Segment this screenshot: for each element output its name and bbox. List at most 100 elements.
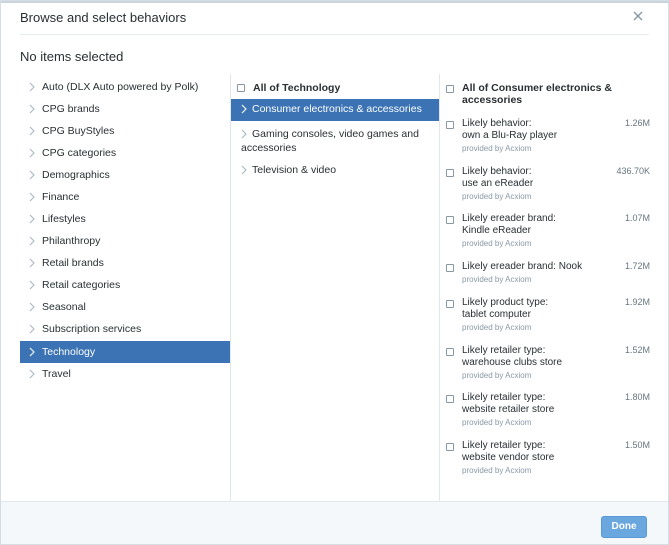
selection-status: No items selected <box>20 49 124 64</box>
category-item-travel[interactable]: Travel <box>20 363 230 385</box>
behavior-name-detail: warehouse clubs store <box>462 357 563 368</box>
subcategory-item-gaming[interactable]: Gaming consoles, video games and accesso… <box>231 124 440 158</box>
subcategory-item-consumer-electronics[interactable]: Consumer electronics & accessories <box>231 99 440 121</box>
subcategory-label: Television & video <box>252 164 337 176</box>
chevron-right-icon <box>29 104 35 114</box>
category-label: Finance <box>42 191 80 203</box>
audience-size: 1.50M <box>624 440 650 450</box>
dialog-header: Browse and select behaviors <box>1 1 668 35</box>
category-label: Seasonal <box>42 301 86 313</box>
chevron-right-icon <box>241 165 247 175</box>
category-label: Retail brands <box>42 257 104 269</box>
chevron-right-icon <box>29 324 35 334</box>
chevron-right-icon <box>29 236 35 246</box>
checkbox[interactable] <box>446 85 454 93</box>
close-icon <box>633 11 643 21</box>
provider-text: provided by Acxiom <box>462 144 532 153</box>
audience-size: 1.07M <box>624 213 650 223</box>
chevron-right-icon <box>29 347 35 357</box>
behavior-item[interactable]: Likely product type: tablet computer 1.9… <box>446 297 668 341</box>
behavior-name: Likely behavior: <box>462 166 532 177</box>
provider-text: provided by Acxiom <box>462 323 532 332</box>
behavior-item[interactable]: Likely retailer type: warehouse clubs st… <box>446 345 668 389</box>
audience-size: 1.92M <box>624 297 650 307</box>
behavior-item[interactable]: Likely retailer type: website vendor sto… <box>446 440 668 484</box>
category-item-technology[interactable]: Technology <box>20 341 230 363</box>
category-item-finance[interactable]: Finance <box>20 186 230 208</box>
provider-text: provided by Acxiom <box>462 418 532 427</box>
behavior-name-detail: website vendor store <box>462 452 555 463</box>
subcategory-label-continued: accessories <box>241 142 297 154</box>
behaviors-dialog: Browse and select behaviors No items sel… <box>0 0 669 545</box>
category-label: Philanthropy <box>42 235 101 247</box>
audience-size: 1.52M <box>624 345 650 355</box>
category-item-auto[interactable]: Auto (DLX Auto powered by Polk) <box>20 76 230 98</box>
category-item-retail-categories[interactable]: Retail categories <box>20 274 230 296</box>
category-label: CPG categories <box>42 147 117 159</box>
category-item-cpg-categories[interactable]: CPG categories <box>20 142 230 164</box>
checkbox[interactable] <box>446 216 454 224</box>
close-button[interactable] <box>631 9 645 23</box>
category-item-seasonal[interactable]: Seasonal <box>20 296 230 318</box>
chevron-right-icon <box>29 214 35 224</box>
category-label: Travel <box>42 368 71 380</box>
subcategory-list: All of Technology Consumer electronics &… <box>230 74 440 501</box>
chevron-right-icon <box>29 82 35 92</box>
category-item-demographics[interactable]: Demographics <box>20 164 230 186</box>
chevron-right-icon <box>241 104 247 114</box>
category-label: CPG BuyStyles <box>42 125 115 137</box>
chevron-right-icon <box>29 369 35 379</box>
behavior-name: Likely retailer type: <box>462 345 546 356</box>
checkbox[interactable] <box>446 121 454 129</box>
category-label: Technology <box>42 346 96 358</box>
checkbox[interactable] <box>237 84 245 92</box>
behavior-item[interactable]: Likely behavior: own a Blu-Ray player 1.… <box>446 118 668 162</box>
select-all-label: All of Technology <box>253 82 341 94</box>
audience-size: 436.70K <box>616 166 650 176</box>
checkbox[interactable] <box>446 443 454 451</box>
category-item-subscription-services[interactable]: Subscription services <box>20 318 230 340</box>
checkbox[interactable] <box>446 348 454 356</box>
behavior-item[interactable]: Likely retailer type: website retailer s… <box>446 392 668 436</box>
behavior-name-detail: Kindle eReader <box>462 225 531 236</box>
checkbox[interactable] <box>446 395 454 403</box>
chevron-right-icon <box>29 258 35 268</box>
behavior-item[interactable]: Likely ereader brand: Nook 1.72M provide… <box>446 261 668 291</box>
behavior-name: Likely retailer type: <box>462 392 546 403</box>
behavior-name: Likely behavior: <box>462 118 532 129</box>
category-label: Lifestyles <box>42 213 86 225</box>
provider-text: provided by Acxiom <box>462 239 532 248</box>
browser-columns: Auto (DLX Auto powered by Polk) CPG bran… <box>20 74 669 501</box>
behavior-item[interactable]: Likely ereader brand: Kindle eReader 1.0… <box>446 213 668 257</box>
dialog-footer: Done <box>1 501 668 544</box>
done-button[interactable]: Done <box>601 516 647 538</box>
category-label: CPG brands <box>42 103 100 115</box>
dialog-title: Browse and select behaviors <box>20 10 187 25</box>
behavior-name: Likely ereader brand: <box>462 213 556 224</box>
category-item-retail-brands[interactable]: Retail brands <box>20 252 230 274</box>
provider-text: provided by Acxiom <box>462 466 532 475</box>
behavior-name: Likely product type: <box>462 297 549 308</box>
header-divider <box>20 34 649 35</box>
subcategory-item-television[interactable]: Television & video <box>231 160 440 180</box>
audience-size: 1.26M <box>624 118 650 128</box>
category-label: Retail categories <box>42 279 121 291</box>
behavior-item[interactable]: Likely behavior: use an eReader 436.70K … <box>446 166 668 210</box>
subcategory-label: Consumer electronics & accessories <box>252 103 422 115</box>
category-item-lifestyles[interactable]: Lifestyles <box>20 208 230 230</box>
category-label: Auto (DLX Auto powered by Polk) <box>42 81 199 93</box>
category-item-philanthropy[interactable]: Philanthropy <box>20 230 230 252</box>
audience-size: 1.80M <box>624 392 650 402</box>
category-item-cpg-buystyles[interactable]: CPG BuyStyles <box>20 120 230 142</box>
behavior-name-detail: use an eReader <box>462 178 534 189</box>
checkbox[interactable] <box>446 264 454 272</box>
category-item-cpg-brands[interactable]: CPG brands <box>20 98 230 120</box>
behavior-name: Likely retailer type: <box>462 440 546 451</box>
behavior-list: All of Consumer electronics & accessorie… <box>439 74 669 501</box>
category-label: Subscription services <box>42 323 142 335</box>
chevron-right-icon <box>29 302 35 312</box>
checkbox[interactable] <box>446 169 454 177</box>
chevron-right-icon <box>29 280 35 290</box>
checkbox[interactable] <box>446 300 454 308</box>
category-label: Demographics <box>42 169 110 181</box>
